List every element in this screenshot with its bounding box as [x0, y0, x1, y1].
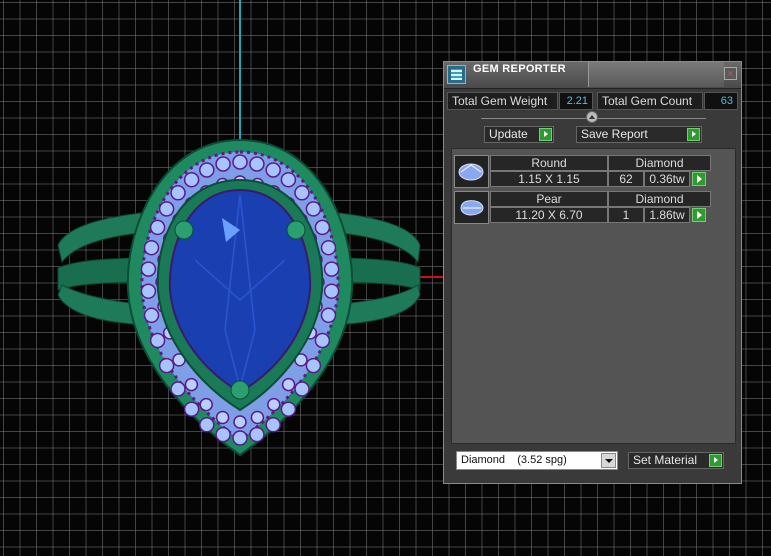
halo-stone [199, 162, 215, 178]
gem-material: Diamond [608, 155, 711, 171]
halo-stone [294, 185, 310, 201]
halo-stone [249, 426, 265, 443]
total-weight-label: Total Gem Weight [447, 92, 558, 110]
halo-stone [305, 201, 322, 217]
gem-weight: 0.36tw [644, 171, 690, 187]
set-material-button[interactable]: Set Material [628, 452, 724, 469]
chevron-down-icon[interactable] [601, 453, 616, 468]
halo-stone [183, 171, 200, 188]
halo-stone [143, 307, 160, 324]
halo-stone [215, 410, 230, 425]
halo-stone [140, 283, 157, 299]
halo-stone [140, 261, 157, 277]
play-icon[interactable] [692, 172, 706, 186]
halo-stone [233, 415, 247, 429]
save-report-label: Save Report [581, 127, 648, 141]
gem-reporter-panel: GEM REPORTER × Total Gem Weight 2.21 Tot… [443, 61, 742, 484]
slider-knob[interactable] [586, 111, 598, 123]
gem-size: 1.15 X 1.15 [490, 171, 608, 187]
halo-stone [323, 283, 340, 299]
halo-stone [249, 156, 265, 172]
gem-material: Diamond [608, 191, 711, 207]
halo-stone [250, 410, 265, 425]
halo-stone [281, 377, 296, 392]
pear-gem-thumbnail[interactable] [454, 191, 489, 224]
prong [174, 220, 194, 240]
prong [230, 380, 250, 400]
prong [286, 220, 306, 240]
total-count-value: 63 [704, 92, 738, 110]
gem-count: 62 [608, 171, 644, 187]
halo-stone [215, 426, 231, 443]
halo-stone [184, 377, 199, 392]
halo-stone [314, 332, 331, 349]
total-count-label: Total Gem Count [597, 92, 703, 110]
gem-size: 11.20 X 6.70 [490, 207, 608, 223]
halo-stone [143, 239, 160, 256]
halo-stone [149, 332, 166, 349]
halo-stone [158, 357, 175, 374]
title-tab [588, 62, 724, 87]
halo-stone [158, 201, 175, 217]
gem-count: 1 [608, 207, 644, 223]
halo-stone [280, 171, 297, 188]
halo-stone [305, 357, 322, 374]
halo-stone [323, 261, 340, 277]
halo-stone [294, 381, 310, 397]
halo-stone [149, 219, 166, 236]
halo-stone [232, 430, 248, 446]
halo-stone [183, 401, 200, 417]
gem-list[interactable]: Round Diamond 1.15 X 1.15 62 0.36tw Pear… [451, 148, 736, 444]
halo-stone [170, 381, 186, 397]
gem-row[interactable]: Round Diamond 1.15 X 1.15 62 0.36tw [454, 155, 712, 188]
play-icon [539, 128, 552, 141]
round-gem-thumbnail[interactable] [454, 155, 489, 188]
panel-title: GEM REPORTER [473, 63, 566, 75]
halo-stone [199, 417, 215, 433]
play-icon[interactable] [692, 208, 706, 222]
halo-stone [232, 154, 248, 170]
close-icon[interactable]: × [724, 67, 737, 80]
play-icon [687, 128, 700, 141]
update-button-label: Update [489, 127, 528, 141]
halo-stone [265, 162, 281, 178]
play-icon [709, 454, 722, 467]
halo-stone [170, 185, 186, 201]
halo-stone [320, 239, 337, 256]
halo-stone [265, 417, 281, 433]
title-bar[interactable]: GEM REPORTER × [444, 62, 741, 89]
material-select[interactable]: Diamond (3.52 spg) [456, 451, 618, 470]
update-button[interactable]: Update [484, 126, 554, 143]
halo-stone [199, 397, 213, 412]
total-weight-value: 2.21 [559, 92, 593, 110]
gem-shape: Pear [490, 191, 608, 207]
gem-shape: Round [490, 155, 608, 171]
gem-reporter-icon [447, 65, 466, 84]
gem-row[interactable]: Pear Diamond 11.20 X 6.70 1 1.86tw [454, 191, 712, 224]
gem-weight: 1.86tw [644, 207, 690, 223]
material-select-value: Diamond (3.52 spg) [461, 454, 567, 466]
halo-stone [267, 397, 281, 412]
set-material-label: Set Material [633, 453, 698, 467]
halo-stone [280, 401, 297, 417]
halo-stone [314, 219, 331, 236]
halo-stone [320, 307, 337, 324]
halo-stone [215, 156, 231, 172]
save-report-button[interactable]: Save Report [576, 126, 702, 143]
